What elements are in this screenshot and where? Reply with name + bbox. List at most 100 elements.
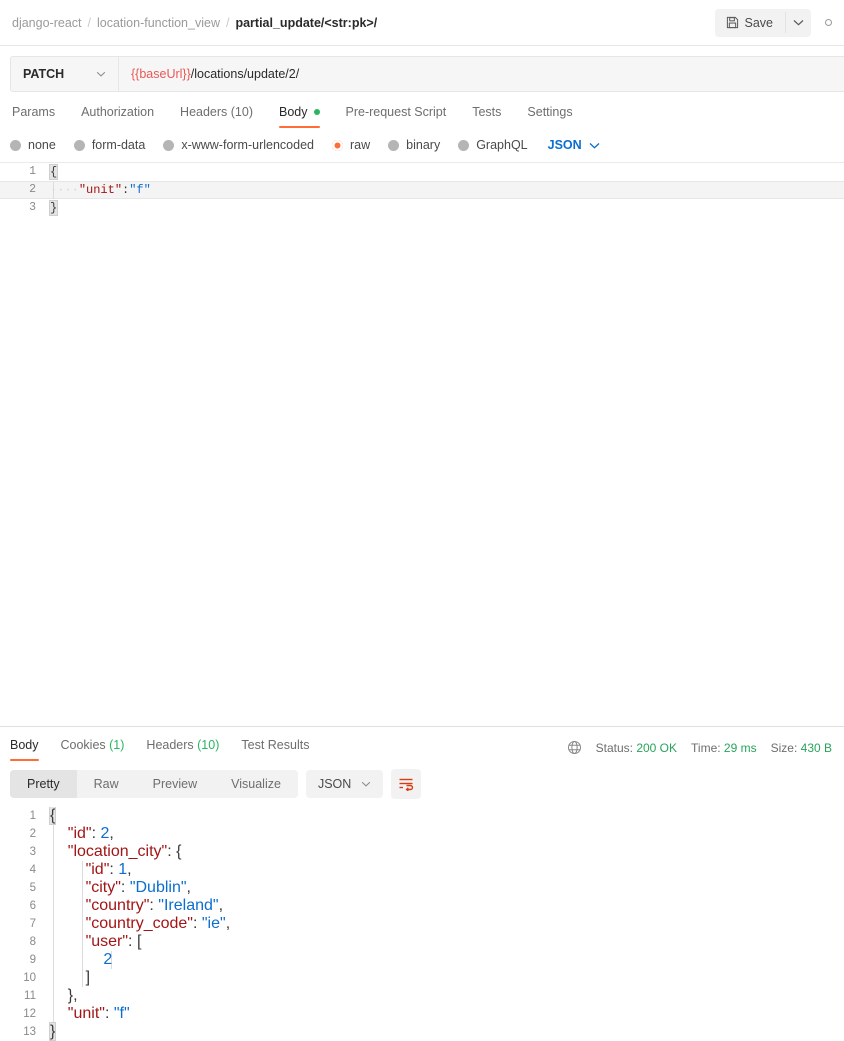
url-input[interactable]: {{baseUrl}}/locations/update/2/ xyxy=(119,57,844,91)
radio-icon[interactable] xyxy=(332,139,343,151)
body-type-raw[interactable]: raw xyxy=(332,138,370,152)
response-tab-body[interactable]: Body xyxy=(10,738,50,761)
response-tabs: Body Cookies (1) Headers (10) Test Results xyxy=(10,738,320,761)
code-line: 1{ xyxy=(0,163,844,181)
radio-icon[interactable] xyxy=(388,139,400,151)
status-block: Status: 200 OK xyxy=(596,741,677,755)
radio-icon[interactable] xyxy=(458,139,470,151)
code-token: "unit" xyxy=(67,1005,105,1022)
code-token: 1 xyxy=(118,861,128,878)
code-token: "id" xyxy=(85,861,110,878)
body-type-graphql[interactable]: GraphQL xyxy=(458,138,528,152)
response-pane: Body Cookies (1) Headers (10) Test Results … xyxy=(0,726,844,1041)
save-button[interactable]: Save xyxy=(714,8,785,37)
code-line-text: "location_city": { xyxy=(46,843,182,861)
code-token: : xyxy=(167,843,177,860)
code-token: : xyxy=(128,933,137,950)
status-label: Status: xyxy=(595,740,633,755)
code-token: } xyxy=(48,200,59,216)
response-view-raw[interactable]: Raw xyxy=(77,770,136,798)
request-tab-label: Tests xyxy=(472,105,502,119)
code-token: , xyxy=(127,861,132,878)
response-tab-count: (1) xyxy=(105,738,125,752)
line-number: 8 xyxy=(29,936,36,948)
request-tab-tests[interactable]: Tests xyxy=(459,105,514,128)
code-line-text: "unit": "f" xyxy=(46,1005,130,1023)
line-number: 11 xyxy=(24,990,36,1002)
body-type-form-data[interactable]: form-data xyxy=(73,138,145,152)
chevron-down-icon xyxy=(361,781,371,787)
body-type-binary[interactable]: binary xyxy=(388,138,440,152)
code-line-text: "city": "Dublin", xyxy=(46,879,191,897)
request-tab-pre-request-script[interactable]: Pre-request Script xyxy=(333,105,460,128)
floppy-disk-icon xyxy=(726,16,739,29)
postman-request-window: django-react / location-function_view / part… xyxy=(0,0,844,1041)
line-number: 1 xyxy=(29,165,36,178)
radio-icon[interactable] xyxy=(73,139,85,151)
code-token: "id" xyxy=(67,825,92,842)
response-tab-label: Body xyxy=(10,738,39,752)
save-button-group: Save xyxy=(714,8,811,37)
code-line-text: ····"unit":"f" xyxy=(46,181,151,199)
request-body-editor[interactable]: 1{2 ····"unit":"f" 3} xyxy=(0,162,844,726)
wrap-text-button[interactable] xyxy=(391,769,422,799)
response-view-preview[interactable]: Preview xyxy=(136,770,214,798)
request-tab-settings[interactable]: Settings xyxy=(514,105,585,128)
code-line: 10 ] xyxy=(0,969,844,987)
code-token: ···· xyxy=(50,183,79,197)
response-view-pretty[interactable]: Pretty xyxy=(10,770,77,798)
code-token: , xyxy=(186,879,191,896)
code-line-text: { xyxy=(46,807,57,825)
request-tab-label: Authorization xyxy=(81,105,155,119)
breadcrumb: django-react / location-function_view / part… xyxy=(12,16,715,30)
save-options-chevron-down-icon[interactable] xyxy=(785,12,811,33)
request-tab-params[interactable]: Params xyxy=(10,105,68,128)
window-header: django-react / location-function_view / part… xyxy=(0,0,844,46)
http-method-selector[interactable]: PATCH xyxy=(11,57,119,91)
code-token: , xyxy=(218,897,224,914)
response-format-selector[interactable]: JSON xyxy=(305,770,384,798)
response-tab-cookies[interactable]: Cookies (1) xyxy=(50,738,136,761)
code-token: : xyxy=(149,897,159,914)
code-token: : xyxy=(109,861,119,878)
code-line-text: { xyxy=(46,163,59,181)
radio-icon[interactable] xyxy=(10,139,21,151)
request-tab-headers-10[interactable]: Headers (10) xyxy=(167,105,266,128)
code-token: { xyxy=(48,164,59,180)
code-token: ] xyxy=(85,969,91,986)
breadcrumb-item[interactable]: django-react xyxy=(12,16,82,30)
code-token: "country" xyxy=(85,897,150,914)
body-type-x-www-form-urlencoded[interactable]: x-www-form-urlencoded xyxy=(163,138,314,152)
request-tab-authorization[interactable]: Authorization xyxy=(68,105,167,128)
response-tab-headers[interactable]: Headers (10) xyxy=(135,738,230,761)
code-line: 9 2 xyxy=(0,951,844,969)
radio-icon[interactable] xyxy=(163,139,175,151)
code-token: { xyxy=(176,843,182,860)
response-view-visualize[interactable]: Visualize xyxy=(214,770,298,798)
body-type-label: none xyxy=(28,138,56,152)
code-token: [ xyxy=(136,933,142,950)
raw-format-selector[interactable]: JSON xyxy=(548,138,600,152)
code-line-text: "user": [ xyxy=(46,933,142,951)
code-token: "f" xyxy=(129,183,151,197)
response-tab-test-results[interactable]: Test Results xyxy=(230,738,320,761)
line-number: 5 xyxy=(29,882,36,894)
more-options-icon[interactable] xyxy=(825,19,832,26)
chevron-down-icon xyxy=(96,71,106,77)
code-line-text: "id": 2, xyxy=(46,825,114,843)
request-tab-body[interactable]: Body xyxy=(266,105,333,128)
code-line: 13} xyxy=(0,1022,844,1041)
response-body-viewer[interactable]: 1{2 "id": 2, 3 "location_city": {4 "id": … xyxy=(0,807,844,1041)
request-tabs: Params Authorization Headers (10) Body Pre-r… xyxy=(0,92,844,128)
body-type-none[interactable]: none xyxy=(10,138,56,152)
body-type-label: GraphQL xyxy=(476,138,528,152)
size-value: 430 B xyxy=(800,740,832,755)
breadcrumb-current: partial_update/<str:pk>/ xyxy=(235,15,378,30)
breadcrumb-item[interactable]: location-function_view xyxy=(97,16,220,30)
code-token: : xyxy=(120,879,130,896)
